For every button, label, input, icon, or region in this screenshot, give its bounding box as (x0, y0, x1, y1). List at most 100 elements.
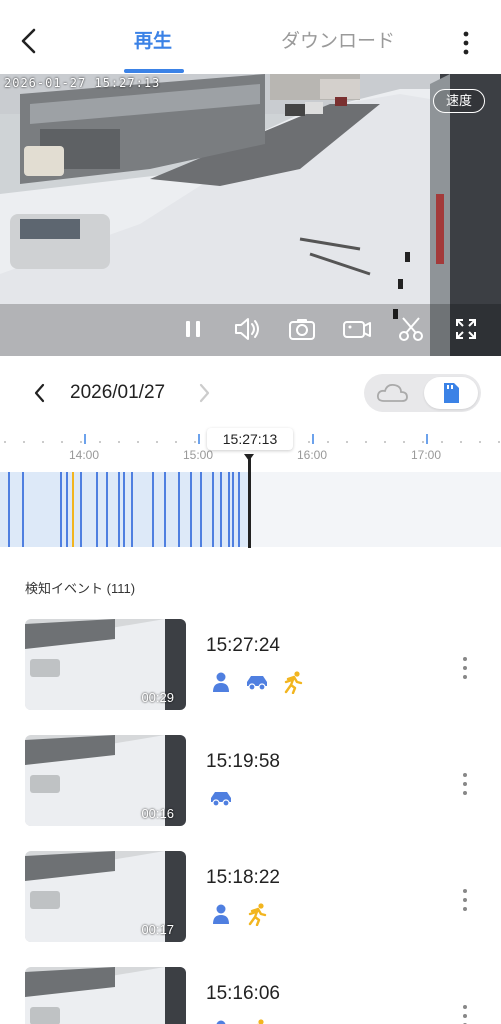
record-icon[interactable] (342, 314, 372, 344)
hour-label: 15:00 (183, 448, 214, 462)
current-date: 2026/01/27 (70, 382, 166, 403)
event-thumbnail[interactable]: 00:29 (25, 619, 186, 710)
sd-card-option[interactable] (424, 377, 478, 409)
ruler-dot (175, 441, 177, 443)
previous-day-icon[interactable] (28, 380, 52, 406)
event-marker (232, 472, 234, 547)
vehicle-icon (211, 792, 231, 807)
hour-label: 14:00 (69, 448, 100, 462)
ruler-dot (308, 441, 310, 443)
ruler-dot (61, 441, 63, 443)
thumbnail-image (25, 967, 186, 1024)
event-marker (22, 472, 24, 547)
scissors-icon[interactable] (396, 314, 426, 344)
ruler-dot (4, 441, 6, 443)
event-item[interactable]: 00:16 15:19:58 (0, 735, 501, 827)
event-thumbnail[interactable]: 00:16 (25, 735, 186, 826)
ruler-dot (118, 441, 120, 443)
more-menu-icon[interactable] (455, 30, 477, 56)
event-marker (123, 472, 125, 547)
playhead[interactable] (248, 458, 251, 548)
event-item[interactable]: 15:16:06 (0, 967, 501, 1024)
event-duration: 00:29 (141, 690, 174, 705)
events-title: 検知イベント (111) (25, 581, 136, 596)
event-time: 15:16:06 (206, 983, 280, 1004)
next-day-icon[interactable] (192, 380, 216, 406)
event-more-icon[interactable] (456, 771, 474, 797)
event-marker (178, 472, 180, 547)
ruler-dot (384, 441, 386, 443)
vehicle-icon (247, 676, 267, 691)
ruler-dot (365, 441, 367, 443)
hour-label: 16:00 (297, 448, 328, 462)
fullscreen-icon[interactable] (451, 314, 481, 344)
app-header: 再生 ダウンロード (0, 0, 501, 74)
tab-playback[interactable]: 再生 (134, 30, 172, 54)
camera-icon[interactable] (287, 314, 317, 344)
ruler-dot (498, 441, 500, 443)
event-type-icons (208, 785, 234, 811)
event-time: 15:18:22 (206, 867, 280, 888)
ruler-dot (23, 441, 25, 443)
event-time: 15:27:24 (206, 635, 280, 656)
event-time: 15:19:58 (206, 751, 280, 772)
event-marker (200, 472, 202, 547)
ruler-dot (460, 441, 462, 443)
event-marker (238, 472, 240, 547)
ruler-dot (194, 441, 196, 443)
event-marker (118, 472, 120, 547)
event-duration: 00:16 (141, 806, 174, 821)
event-marker (152, 472, 154, 547)
ruler-dot (99, 441, 101, 443)
volume-icon[interactable] (232, 314, 262, 344)
event-duration: 00:17 (141, 922, 174, 937)
ruler-dot (156, 441, 158, 443)
event-more-icon[interactable] (456, 655, 474, 681)
ruler-dot (479, 441, 481, 443)
person-icon (216, 1020, 226, 1024)
event-marker (106, 472, 108, 547)
current-time-bubble: 15:27:13 (207, 428, 293, 450)
event-thumbnail[interactable] (25, 967, 186, 1024)
ruler-dot (441, 441, 443, 443)
ruler-dot (422, 441, 424, 443)
event-type-icons (208, 669, 306, 695)
ruler-dot (137, 441, 139, 443)
event-more-icon[interactable] (456, 1003, 474, 1024)
event-marker (66, 472, 68, 547)
sd-card-icon (444, 383, 459, 403)
event-marker (212, 472, 214, 547)
motion-icon (248, 903, 267, 926)
playhead-marker (244, 454, 254, 461)
hour-label: 17:00 (411, 448, 442, 462)
event-marker (72, 472, 74, 547)
speed-button[interactable]: 速度 (433, 89, 485, 113)
storage-toggle[interactable] (364, 374, 481, 412)
event-type-icons (208, 901, 270, 927)
event-marker (80, 472, 82, 547)
event-item[interactable]: 00:17 15:18:22 (0, 851, 501, 943)
pause-icon[interactable] (178, 314, 208, 344)
back-arrow-icon[interactable] (14, 26, 44, 56)
cloud-icon[interactable] (374, 380, 412, 406)
osd-timestamp: 2026-01-27 15:27:13 (4, 76, 161, 90)
event-marker (228, 472, 230, 547)
event-marker (220, 472, 222, 547)
event-thumbnail[interactable]: 00:17 (25, 851, 186, 942)
event-marker (131, 472, 133, 547)
event-item[interactable]: 00:29 15:27:24 (0, 619, 501, 711)
ruler-dot (403, 441, 405, 443)
person-icon (213, 904, 229, 924)
ruler-dot (80, 441, 82, 443)
ruler-dot (346, 441, 348, 443)
event-more-icon[interactable] (456, 887, 474, 913)
event-marker (190, 472, 192, 547)
person-icon (213, 672, 229, 692)
event-type-icons (208, 1017, 270, 1024)
ruler-dot (327, 441, 329, 443)
active-tab-indicator (124, 69, 184, 73)
event-marker (164, 472, 166, 547)
ruler-dot (42, 441, 44, 443)
tab-download[interactable]: ダウンロード (281, 30, 395, 54)
event-marker (60, 472, 62, 547)
